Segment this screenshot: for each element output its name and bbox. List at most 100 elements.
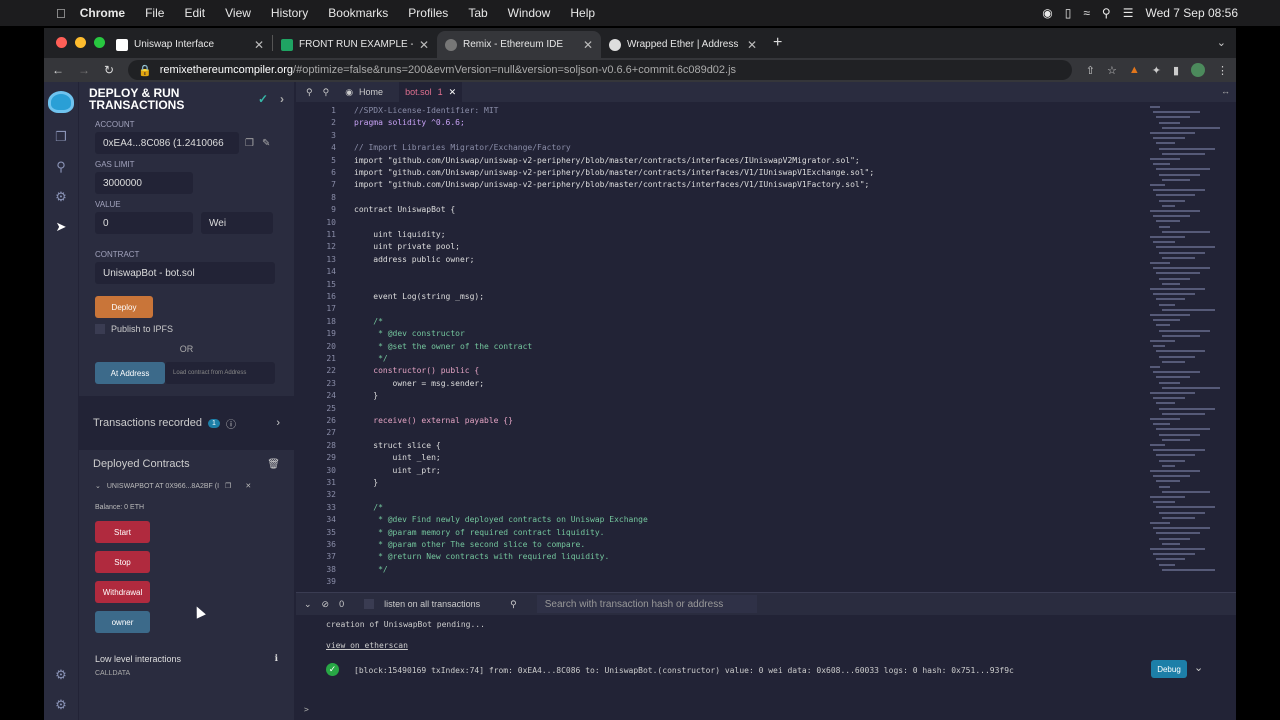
code-line[interactable]: import "github.com/Uniswap/uniswap-v2-pe… [354, 156, 860, 165]
code-line[interactable]: * @set the owner of the contract [354, 342, 532, 351]
transactions-recorded[interactable]: Transactions recorded 1 ⓘ › [79, 396, 294, 450]
at-address-button[interactable]: At Address [95, 362, 165, 384]
owner-button[interactable]: owner [95, 611, 150, 633]
code-line[interactable]: import "github.com/Uniswap/uniswap-v2-pe… [354, 168, 874, 177]
menu-tab[interactable]: Tab [468, 6, 487, 20]
file-explorer-icon[interactable]: ❐ [44, 122, 78, 152]
zoom-window-button[interactable] [94, 37, 105, 48]
code-line[interactable]: event Log(string _msg); [354, 292, 484, 301]
contract-select[interactable]: UniswapBot - bot.sol [95, 262, 275, 284]
menu-app-name[interactable]: Chrome [80, 6, 125, 20]
tab-search-icon[interactable]: ⌄ [1217, 36, 1226, 49]
trash-icon[interactable]: 🗑 [267, 459, 280, 470]
chevron-right-icon[interactable]: › [276, 417, 280, 429]
withdrawal-button[interactable]: Withdrawal [95, 581, 150, 603]
zoom-out-icon[interactable]: ⚲ [306, 87, 313, 98]
code-minimap[interactable] [1146, 106, 1226, 586]
deploy-button[interactable]: Deploy [95, 296, 153, 318]
code-line[interactable]: uint liquidity; [354, 230, 445, 239]
code-line[interactable]: import "github.com/Uniswap/uniswap-v2-pe… [354, 180, 869, 189]
more-menu-icon[interactable]: ⋮ [1217, 64, 1228, 77]
code-line[interactable]: uint _ptr; [354, 466, 441, 475]
zoom-in-icon[interactable]: ⚲ [323, 87, 330, 98]
code-line[interactable]: * @param other The second slice to compa… [354, 540, 585, 549]
deployed-contract-name[interactable]: UNISWAPBOT AT 0X966...8A2BF (I [107, 483, 219, 490]
code-line[interactable]: // Import Libraries Migrator/Exchange/Fa… [354, 143, 571, 152]
back-icon[interactable]: ← [52, 63, 64, 77]
code-line[interactable]: * @return New contracts with required li… [354, 552, 609, 561]
share-icon[interactable]: ⇧ [1086, 64, 1095, 77]
account-select[interactable]: 0xEA4...8C086 (1.2410066 [95, 132, 239, 154]
code-line[interactable]: uint private pool; [354, 242, 460, 251]
code-line[interactable]: //SPDX-License-Identifier: MIT [354, 106, 499, 115]
start-button[interactable]: Start [95, 521, 150, 543]
menu-history[interactable]: History [271, 6, 308, 20]
code-line[interactable]: contract UniswapBot { [354, 205, 455, 214]
menu-view[interactable]: View [225, 6, 251, 20]
unit-select[interactable]: Wei [201, 212, 273, 234]
stop-button[interactable]: Stop [95, 551, 150, 573]
close-tab-icon[interactable]: ✕ [583, 38, 593, 52]
load-contract-input[interactable]: Load contract from Address [165, 362, 275, 384]
close-window-button[interactable] [56, 37, 67, 48]
code-line[interactable]: * @dev Find newly deployed contracts on … [354, 515, 648, 524]
close-tab-icon[interactable]: ✕ [254, 38, 264, 52]
close-icon[interactable]: ✕ [245, 482, 251, 490]
tab-uniswap[interactable]: Uniswap Interface ✕ [108, 31, 272, 58]
close-tab-icon[interactable]: ✕ [747, 38, 757, 52]
apple-icon[interactable]:  [56, 6, 66, 21]
code-line[interactable]: uint _len; [354, 453, 441, 462]
menu-file[interactable]: File [145, 6, 164, 20]
listen-checkbox[interactable] [364, 599, 375, 609]
ipfs-checkbox[interactable] [95, 324, 105, 334]
code-line[interactable]: } [354, 391, 378, 400]
code-line[interactable]: * @dev constructor [354, 329, 465, 338]
lock-icon[interactable]: 🔒 [138, 64, 152, 77]
search-icon[interactable]: ⚲ [1102, 6, 1111, 20]
code-line[interactable]: * @param memory of required contract liq… [354, 528, 604, 537]
close-tab-icon[interactable]: ✕ [419, 38, 429, 52]
reload-icon[interactable]: ↻ [104, 63, 114, 77]
menu-help[interactable]: Help [570, 6, 595, 20]
info-icon[interactable]: ⓘ [226, 416, 236, 431]
control-center-icon[interactable]: ☰ [1123, 6, 1134, 20]
info-icon[interactable]: ℹ [275, 653, 278, 664]
terminal-prompt[interactable]: > [304, 705, 309, 714]
avatar[interactable] [1191, 63, 1205, 77]
menu-profiles[interactable]: Profiles [408, 6, 448, 20]
expand-icon[interactable]: ↔ [1221, 86, 1230, 96]
search-icon[interactable]: ⚲ [44, 152, 78, 182]
code-line[interactable]: /* [354, 317, 383, 326]
extensions-icon[interactable]: ✦ [1152, 64, 1161, 77]
close-icon[interactable]: ✕ [449, 87, 457, 98]
address-bar[interactable]: 🔒 remixethereumcompiler.org/#optimize=fa… [128, 60, 1072, 80]
forward-icon[interactable]: → [78, 63, 90, 77]
settings-gear-icon[interactable]: ⚙ [44, 690, 78, 720]
transaction-log[interactable]: [block:15490169 txIndex:74] from: 0xEA4.… [354, 666, 1014, 675]
remix-logo-icon[interactable] [44, 82, 78, 122]
record-icon[interactable]: ◉ [1042, 6, 1052, 20]
copy-icon[interactable]: ❐ [225, 482, 231, 490]
collapse-terminal-icon[interactable]: ⌄ [304, 599, 312, 610]
copy-icon[interactable]: ❐ [245, 138, 254, 149]
code-line[interactable]: /* [354, 503, 383, 512]
deploy-run-icon[interactable]: ➤ [44, 212, 78, 242]
tab-etherscan[interactable]: Wrapped Ether | Address 0xc0 ✕ [601, 31, 765, 58]
clear-terminal-icon[interactable]: ⊘ [322, 599, 330, 610]
plugin-manager-icon[interactable]: ⚙ [44, 660, 78, 690]
chevron-down-icon[interactable]: ⌄ [1194, 661, 1203, 674]
tab-bot-sol[interactable]: bot.sol 1 ✕ [399, 82, 463, 102]
etherscan-link[interactable]: view on etherscan [326, 641, 408, 650]
metamask-icon[interactable]: ▲ [1129, 64, 1140, 76]
terminal-search-input[interactable]: Search with transaction hash or address [536, 595, 757, 613]
code-line[interactable]: pragma solidity ^0.6.6; [354, 118, 465, 127]
debug-button[interactable]: Debug [1151, 660, 1187, 678]
code-line[interactable]: */ [354, 565, 388, 574]
battery-icon[interactable]: ▯ [1065, 6, 1072, 20]
compiler-icon[interactable]: ⚙ [44, 182, 78, 212]
code-line[interactable]: struct slice { [354, 441, 440, 450]
tab-remix[interactable]: Remix - Ethereum IDE ✕ [437, 31, 601, 58]
menu-bookmarks[interactable]: Bookmarks [328, 6, 388, 20]
sidebar-icon[interactable]: ▮ [1173, 64, 1179, 77]
code-line[interactable]: */ [354, 354, 388, 363]
